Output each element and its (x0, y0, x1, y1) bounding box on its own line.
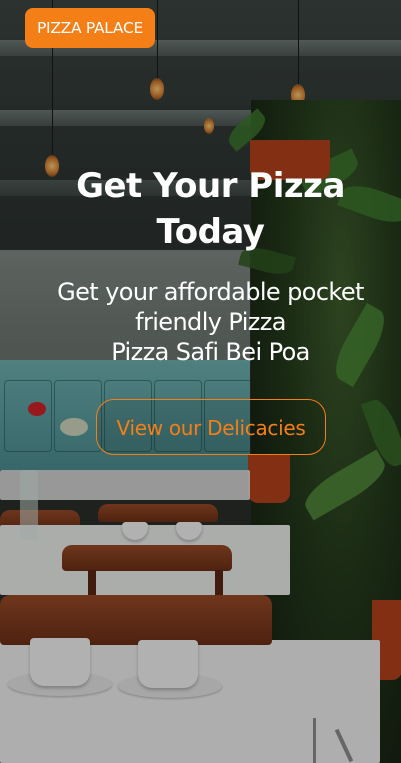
hero-title-line-1: Get Your Pizza (76, 166, 345, 206)
hero-subtitle-line-2: friendly Pizza (135, 308, 286, 336)
hero-title-line-2: Today (156, 212, 265, 252)
hero-title: Get Your Pizza Today (20, 163, 401, 255)
brand-logo-button[interactable]: PIZZA PALACE (25, 8, 155, 48)
hero-subtitle-line-1: Get your affordable pocket (57, 278, 364, 306)
view-delicacies-button[interactable]: View our Delicacies (96, 399, 326, 455)
hero-subtitle: Get your affordable pocket friendly Pizz… (20, 277, 401, 367)
restaurant-background-image (0, 0, 401, 763)
landing-page: PIZZA PALACE Get Your Pizza Today Get yo… (0, 0, 401, 763)
hero-subtitle-line-3: Pizza Safi Bei Poa (111, 338, 310, 366)
image-dim-overlay (0, 0, 401, 763)
